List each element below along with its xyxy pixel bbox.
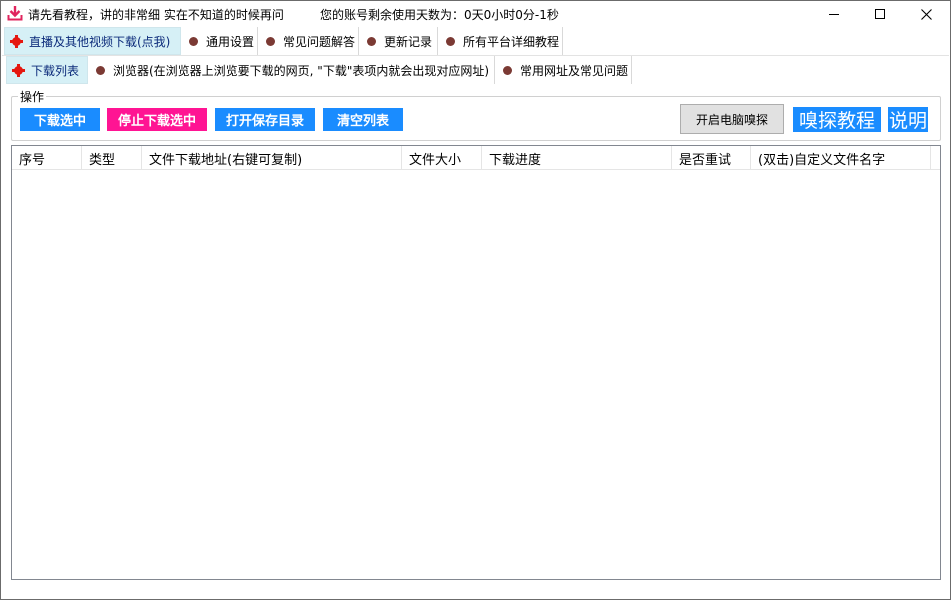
sniff-tutorial-button[interactable]: 嗅探教程 bbox=[793, 107, 881, 132]
stop-download-selected-button[interactable]: 停止下载选中 bbox=[107, 108, 207, 131]
tab-label: 通用设置 bbox=[206, 34, 255, 49]
close-button[interactable] bbox=[903, 1, 949, 27]
app-window: 请先看教程，讲的非常细 实在不知道的时候再问 您的账号剩余使用天数为：0天0小时… bbox=[0, 0, 951, 600]
operations-legend: 操作 bbox=[18, 88, 47, 105]
open-save-folder-button[interactable]: 打开保存目录 bbox=[215, 108, 315, 131]
tab-common-urls[interactable]: 常用网址及常见问题 bbox=[496, 56, 632, 84]
tab-changelog[interactable]: 更新记录 bbox=[360, 27, 438, 55]
active-dot-icon bbox=[12, 63, 25, 77]
dot-icon bbox=[503, 65, 512, 75]
column-header-url[interactable]: 文件下载地址(右键可复制) bbox=[142, 146, 402, 170]
column-header-size[interactable]: 文件大小 bbox=[402, 146, 482, 170]
account-days-remaining: 您的账号剩余使用天数为：0天0小时0分-1秒 bbox=[320, 8, 559, 22]
tab-platform-tutorials[interactable]: 所有平台详细教程 bbox=[439, 27, 563, 55]
tab-download-list[interactable]: 下载列表 bbox=[6, 56, 88, 84]
title-bar: 请先看教程，讲的非常细 实在不知道的时候再问 您的账号剩余使用天数为：0天0小时… bbox=[1, 1, 950, 27]
close-icon bbox=[920, 8, 932, 20]
tab-general-settings[interactable]: 通用设置 bbox=[182, 27, 258, 55]
tab-label: 更新记录 bbox=[384, 34, 433, 49]
dot-icon bbox=[189, 36, 198, 46]
dot-icon bbox=[446, 36, 455, 46]
column-header-retry[interactable]: 是否重试 bbox=[672, 146, 751, 170]
dot-icon bbox=[266, 36, 275, 46]
tab-browser[interactable]: 浏览器(在浏览器上浏览要下载的网页, "下载"表项内就会出现对应网址) bbox=[89, 56, 495, 84]
window-title: 请先看教程，讲的非常细 实在不知道的时候再问 bbox=[28, 8, 284, 22]
download-table[interactable]: 序号 类型 文件下载地址(右键可复制) 文件大小 下载进度 是否重试 (双击)自… bbox=[11, 145, 941, 580]
tab-label: 下载列表 bbox=[31, 63, 80, 78]
main-tab-bar: 直播及其他视频下载(点我) 通用设置 常见问题解答 更新记录 所有平台详细教程 bbox=[2, 27, 949, 55]
tab-label: 所有平台详细教程 bbox=[463, 34, 560, 49]
tab-label: 常见问题解答 bbox=[283, 34, 356, 49]
sub-tab-bar: 下载列表 浏览器(在浏览器上浏览要下载的网页, "下载"表项内就会出现对应网址)… bbox=[2, 56, 949, 84]
dot-icon bbox=[96, 65, 105, 75]
maximize-icon bbox=[875, 9, 885, 19]
tab-faq[interactable]: 常见问题解答 bbox=[259, 27, 359, 55]
column-header-type[interactable]: 类型 bbox=[82, 146, 142, 170]
minimize-button[interactable] bbox=[811, 1, 857, 27]
table-header: 序号 类型 文件下载地址(右键可复制) 文件大小 下载进度 是否重试 (双击)自… bbox=[12, 146, 940, 170]
active-dot-icon bbox=[10, 34, 23, 48]
tab-label: 浏览器(在浏览器上浏览要下载的网页, "下载"表项内就会出现对应网址) bbox=[113, 63, 490, 78]
maximize-button[interactable] bbox=[857, 1, 903, 27]
column-header-progress[interactable]: 下载进度 bbox=[482, 146, 672, 170]
tab-label: 常用网址及常见问题 bbox=[520, 63, 629, 78]
download-selected-button[interactable]: 下载选中 bbox=[20, 108, 100, 131]
start-pc-sniff-button[interactable]: 开启电脑嗅探 bbox=[680, 104, 784, 134]
help-button[interactable]: 说明 bbox=[888, 107, 928, 132]
minimize-icon bbox=[829, 14, 839, 15]
clear-list-button[interactable]: 清空列表 bbox=[323, 108, 403, 131]
tab-label: 直播及其他视频下载(点我) bbox=[29, 34, 171, 49]
download-icon bbox=[7, 6, 23, 21]
column-header-custom-name[interactable]: (双击)自定义文件名字 bbox=[751, 146, 931, 170]
tab-live-video-download[interactable]: 直播及其他视频下载(点我) bbox=[4, 27, 181, 55]
dot-icon bbox=[367, 36, 376, 46]
column-header-index[interactable]: 序号 bbox=[12, 146, 82, 170]
